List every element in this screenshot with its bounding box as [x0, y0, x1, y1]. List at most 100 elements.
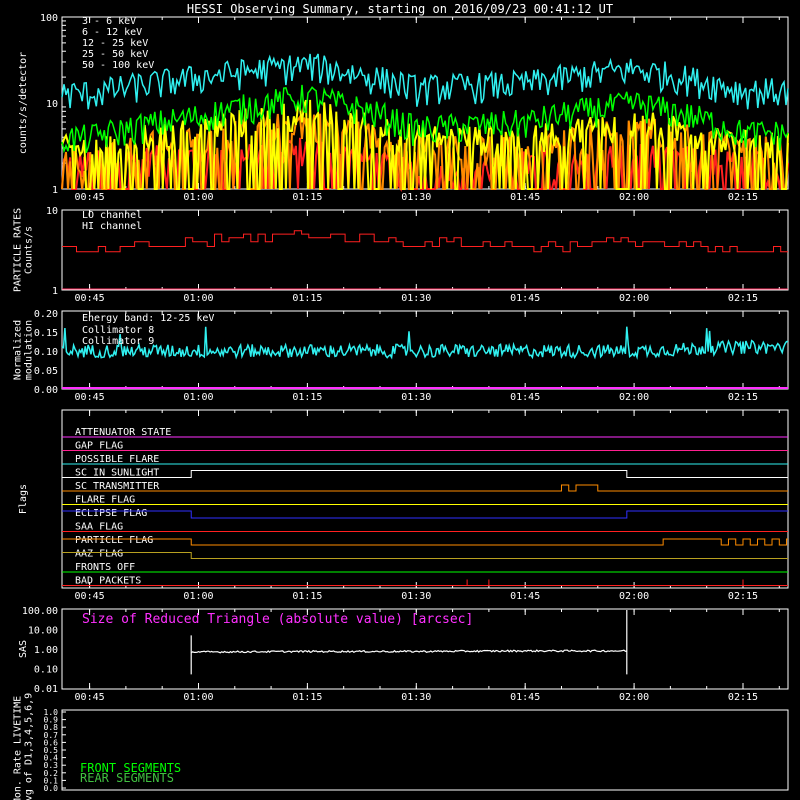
x-tick-label: 02:15 — [728, 293, 758, 304]
flag-label-2: POSSIBLE FLARE — [75, 454, 159, 465]
legend-0: 3 - 6 keV — [82, 16, 136, 27]
x-tick-label: 01:45 — [510, 293, 540, 304]
x-tick-label: 01:30 — [401, 192, 431, 203]
legend-4: 50 - 100 keV — [82, 60, 154, 71]
flag-line-6 — [62, 510, 788, 519]
x-tick-label: 01:15 — [292, 692, 322, 703]
y-tick-label: 1.0 — [44, 708, 59, 717]
legend-1: Collimator 9 — [82, 336, 154, 347]
modulation-ylabel: modulation — [24, 320, 35, 380]
y-tick-label: 10.00 — [28, 626, 58, 637]
x-tick-label: 02:15 — [728, 192, 758, 203]
flag-label-11: BAD PACKETS — [75, 576, 141, 587]
legend-1: HI channel — [82, 221, 142, 232]
x-tick-label: 01:00 — [183, 293, 213, 304]
x-tick-label: 01:30 — [401, 591, 431, 602]
x-tick-label: 01:45 — [510, 392, 540, 403]
flag-label-6: ECLIPSE FLAG — [75, 508, 147, 519]
flags-ylabel: Flags — [18, 484, 29, 514]
x-tick-label: 02:00 — [619, 591, 649, 602]
x-tick-label: 02:00 — [619, 192, 649, 203]
flag-label-4: SC TRANSMITTER — [75, 481, 160, 492]
x-tick-label: 01:00 — [183, 591, 213, 602]
y-tick-label: 1 — [52, 286, 58, 297]
y-tick-label: 0.05 — [34, 366, 58, 377]
x-tick-label: 01:00 — [183, 692, 213, 703]
y-tick-label: 100 — [40, 13, 58, 24]
energy-band-label: Energy band: 12-25 keV — [82, 313, 214, 324]
particle-rates-frame — [61, 209, 789, 291]
y-tick-label: 1 — [52, 185, 58, 196]
x-tick-label: 02:00 — [619, 293, 649, 304]
flag-line-4 — [62, 484, 788, 492]
sas-annotation: Size of Reduced Triangle (absolute value… — [82, 612, 473, 627]
x-tick-label: 00:45 — [75, 392, 105, 403]
legend-3: 25 - 50 keV — [82, 49, 148, 60]
x-tick-label: 00:45 — [75, 293, 105, 304]
x-tick-label: 01:30 — [401, 692, 431, 703]
livetime-ylabel: Mon. Rate LIVETIME — [13, 696, 24, 800]
y-tick-label: 10 — [46, 99, 58, 110]
y-tick-label: 0.00 — [34, 385, 58, 396]
x-tick-label: 00:45 — [75, 692, 105, 703]
series-4-line — [61, 53, 789, 110]
particle-rates-ylabel: Counts/s — [24, 226, 35, 274]
y-tick-label: 0.10 — [34, 665, 58, 676]
flag-line-9 — [62, 552, 788, 559]
x-tick-label: 00:45 — [75, 192, 105, 203]
x-tick-label: 02:15 — [728, 692, 758, 703]
flag-label-8: PARTICLE FLAG — [75, 535, 153, 546]
sas-ylabel: SAS — [18, 640, 29, 658]
modulation-panel: 00:45 01:00 01:15 01:30 01:45 02:00 02:15 Norma… — [13, 309, 789, 403]
hessi-summary-chart: HESSI Observing Summary, starting on 201… — [13, 2, 789, 800]
legend-2: 12 - 25 keV — [82, 38, 148, 49]
x-tick-label: 01:30 — [401, 293, 431, 304]
flag-label-3: SC IN SUNLIGHT — [75, 468, 159, 479]
y-tick-label: 0.20 — [34, 309, 58, 320]
flag-label-9: AAZ FLAG — [75, 549, 123, 560]
lo-channel-line — [62, 230, 788, 253]
flag-label-1: GAP FLAG — [75, 441, 123, 452]
y-tick-label: 100.00 — [22, 606, 58, 617]
flag-label-10: FRONTS OFF — [75, 562, 135, 573]
x-tick-label: 02:00 — [619, 392, 649, 403]
y-tick-label: 0.01 — [34, 684, 58, 695]
legend-0: Collimator 8 — [82, 325, 154, 336]
x-tick-label: 02:15 — [728, 591, 758, 602]
particle-rates-panel: 00:45 01:00 01:15 01:30 01:45 02:00 02:15 PARTI… — [13, 206, 789, 304]
flags-panel: 00:45 01:00 01:15 01:30 01:45 02:00 02:15 Flags… — [18, 409, 789, 602]
legend-1: 6 - 12 keV — [82, 27, 142, 38]
x-tick-label: 01:15 — [292, 392, 322, 403]
flag-line-3 — [62, 470, 788, 478]
y-tick-label: 0.15 — [34, 328, 58, 339]
x-tick-label: 00:45 — [75, 591, 105, 602]
x-tick-label: 01:15 — [292, 192, 322, 203]
x-tick-label: 01:45 — [510, 192, 540, 203]
legend-0: LO channel — [82, 210, 142, 221]
x-tick-label: 01:00 — [183, 192, 213, 203]
particle-rates-ylabel: PARTICLE RATES — [13, 208, 24, 292]
x-tick-label: 01:15 — [292, 591, 322, 602]
x-tick-label: 01:00 — [183, 392, 213, 403]
modulation-ylabel: Normalized — [13, 320, 24, 380]
x-tick-label: 01:15 — [292, 293, 322, 304]
flag-line-8 — [62, 538, 788, 546]
flag-label-5: FLARE FLAG — [75, 495, 135, 506]
x-tick-label: 01:30 — [401, 392, 431, 403]
y-tick-label: 0.10 — [34, 347, 58, 358]
flag-label-0: ATTENUATOR STATE — [75, 427, 171, 438]
livetime-panel: Mon. Rate LIVETIME avg of D1,3,4,5,6,9 0.0… — [13, 693, 789, 800]
x-tick-label: 01:45 — [510, 692, 540, 703]
chart-title: HESSI Observing Summary, starting on 201… — [187, 2, 613, 16]
collimator-8-line — [61, 326, 789, 360]
legend-1: REAR SEGMENTS — [80, 771, 174, 785]
x-tick-label: 02:15 — [728, 392, 758, 403]
sas-panel: 00:45 01:00 01:15 01:30 01:45 02:00 02:15 SAS 10… — [18, 606, 789, 703]
y-tick-label: 10 — [46, 206, 58, 217]
livetime-ylabel: avg of D1,3,4,5,6,9 — [24, 693, 35, 800]
x-tick-label: 01:45 — [510, 591, 540, 602]
y-tick-label: 1.00 — [34, 645, 58, 656]
count-rates-panel: 00:45 01:00 01:15 01:30 01:45 02:00 02:15 count… — [18, 13, 789, 203]
count-rates-ylabel: counts/s/detector — [18, 52, 29, 154]
x-tick-label: 02:00 — [619, 692, 649, 703]
